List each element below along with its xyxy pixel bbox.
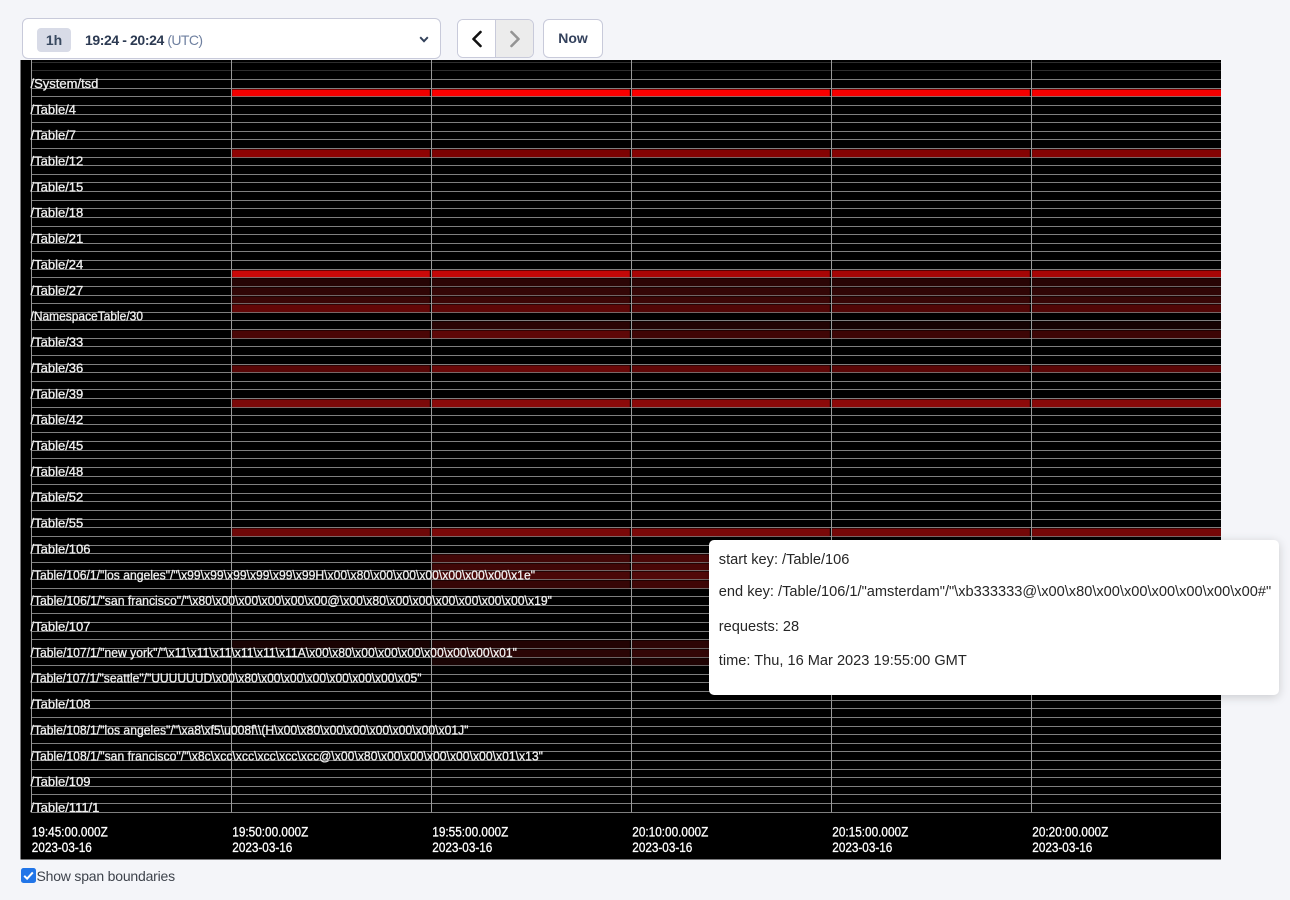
svg-text:2023-03-16: 2023-03-16	[32, 840, 92, 855]
svg-text:/Table/108/1/"san francisco"/": /Table/108/1/"san francisco"/"\x8c\xcc\x…	[31, 748, 544, 763]
svg-text:/Table/12: /Table/12	[31, 154, 84, 169]
svg-text:/Table/108/1/"los angeles"/"\x: /Table/108/1/"los angeles"/"\xa8\xf5\u00…	[31, 722, 469, 737]
svg-text:/NamespaceTable/30: /NamespaceTable/30	[31, 309, 144, 324]
svg-text:/Table/107/1/"new york"/"\x11\: /Table/107/1/"new york"/"\x11\x11\x11\x1…	[31, 645, 518, 660]
svg-text:/Table/15: /Table/15	[31, 179, 84, 194]
svg-text:/Table/111/1: /Table/111/1	[31, 800, 100, 815]
svg-text:2023-03-16: 2023-03-16	[632, 840, 692, 855]
svg-text:/Table/21: /Table/21	[31, 231, 84, 246]
svg-text:/Table/27: /Table/27	[31, 283, 84, 298]
svg-text:/Table/108: /Table/108	[31, 697, 91, 712]
svg-text:20:20:00.000Z: 20:20:00.000Z	[1032, 825, 1108, 840]
svg-text:/Table/36: /Table/36	[31, 360, 84, 375]
svg-text:/Table/42: /Table/42	[31, 412, 84, 427]
svg-text:/Table/107: /Table/107	[31, 619, 91, 634]
svg-text:/Table/39: /Table/39	[31, 386, 84, 401]
svg-text:/Table/106: /Table/106	[31, 541, 91, 556]
svg-text:/Table/106/1/"los angeles"/"\x: /Table/106/1/"los angeles"/"\x99\x99\x99…	[31, 567, 536, 582]
svg-text:2023-03-16: 2023-03-16	[232, 840, 292, 855]
svg-text:/Table/4: /Table/4	[31, 102, 77, 117]
svg-text:/Table/52: /Table/52	[31, 490, 84, 505]
svg-text:19:50:00.000Z: 19:50:00.000Z	[232, 825, 308, 840]
svg-text:/Table/24: /Table/24	[31, 257, 84, 272]
svg-text:/Table/45: /Table/45	[31, 438, 84, 453]
svg-text:/System/tsd: /System/tsd	[31, 76, 99, 91]
svg-text:/Table/7: /Table/7	[31, 128, 77, 143]
svg-text:/Table/33: /Table/33	[31, 335, 84, 350]
svg-text:/Table/55: /Table/55	[31, 516, 84, 531]
svg-text:/Table/48: /Table/48	[31, 464, 84, 479]
svg-text:/Table/109: /Table/109	[31, 774, 91, 789]
svg-text:2023-03-16: 2023-03-16	[432, 840, 492, 855]
svg-text:20:15:00.000Z: 20:15:00.000Z	[832, 825, 908, 840]
svg-text:19:45:00.000Z: 19:45:00.000Z	[32, 825, 108, 840]
svg-text:20:10:00.000Z: 20:10:00.000Z	[632, 825, 708, 840]
svg-text:/Table/106/1/"san francisco"/": /Table/106/1/"san francisco"/"\x80\x00\x…	[31, 593, 553, 608]
svg-text:2023-03-16: 2023-03-16	[832, 840, 892, 855]
svg-text:/Table/18: /Table/18	[31, 205, 84, 220]
svg-text:2023-03-16: 2023-03-16	[1032, 840, 1092, 855]
svg-text:/Table/107/1/"seattle"/"UUUUUU: /Table/107/1/"seattle"/"UUUUUUD\x00\x80\…	[31, 671, 422, 686]
svg-text:19:55:00.000Z: 19:55:00.000Z	[432, 825, 508, 840]
